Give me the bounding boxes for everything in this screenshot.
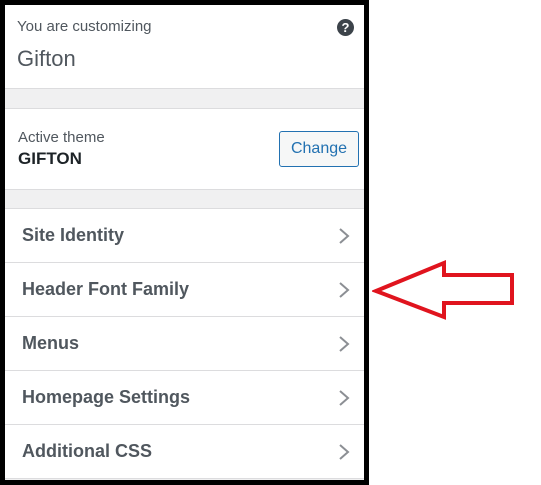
menu-item-label: Site Identity <box>22 225 125 245</box>
help-icon[interactable]: ? <box>337 19 354 36</box>
menu-item-menus[interactable]: Menus <box>5 317 364 371</box>
chevron-right-icon <box>339 390 350 406</box>
menu-item-additional-css[interactable]: Additional CSS <box>5 425 364 479</box>
customizer-header: You are customizing Gifton ? <box>5 5 364 89</box>
annotation-arrow-icon <box>372 260 514 320</box>
chevron-right-icon <box>339 282 350 298</box>
active-theme-section: Active theme GIFTON Change <box>5 108 364 190</box>
menu-item-label: Additional CSS <box>22 441 152 461</box>
menu-item-homepage-settings[interactable]: Homepage Settings <box>5 371 364 425</box>
annotation-arrow-shape <box>372 260 514 320</box>
customizing-label: You are customizing <box>17 18 152 35</box>
menu-item-label: Menus <box>22 333 80 353</box>
chevron-right-icon <box>339 444 350 460</box>
active-theme-name: GIFTON <box>18 149 82 168</box>
change-theme-button[interactable]: Change <box>279 131 359 167</box>
menu-item-label: Header Font Family <box>22 279 190 299</box>
customizer-menu: Site Identity Header Font Family Menus H… <box>5 208 364 479</box>
chevron-right-icon <box>339 336 350 352</box>
chevron-right-icon <box>339 228 350 244</box>
menu-item-site-identity[interactable]: Site Identity <box>5 208 364 263</box>
customizer-panel: You are customizing Gifton ? Active them… <box>0 0 369 485</box>
menu-item-label: Homepage Settings <box>22 387 191 407</box>
site-title: Gifton <box>17 46 76 71</box>
active-theme-label: Active theme <box>18 129 105 146</box>
menu-item-header-font-family[interactable]: Header Font Family <box>5 263 364 317</box>
